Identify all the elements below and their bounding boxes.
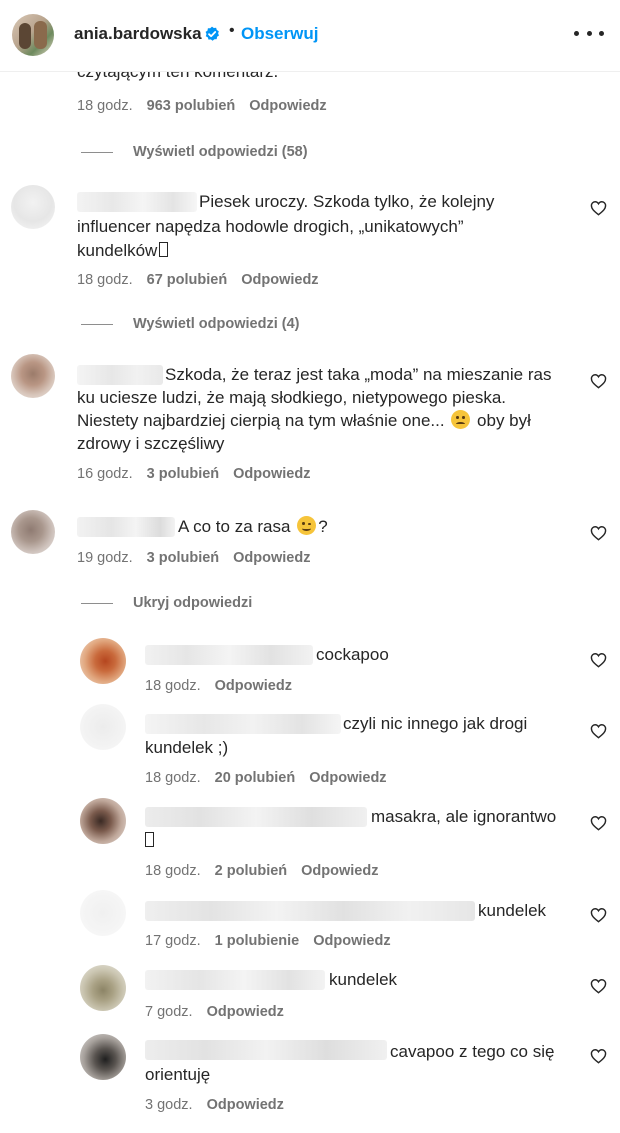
blurred-username	[145, 714, 341, 734]
blurred-username	[145, 807, 367, 827]
heart-outline-icon[interactable]	[590, 1048, 607, 1064]
reply-likes[interactable]: 1 polubienie	[215, 933, 300, 949]
view-replies-button[interactable]: Wyświetl odpowiedzi (4)	[133, 316, 300, 332]
heart-outline-icon[interactable]	[590, 815, 607, 831]
replier-avatar[interactable]	[80, 798, 126, 844]
comment-text-line: ku uciesze ludzi, że mają słodkiego, nie…	[77, 388, 507, 407]
heart-outline-icon[interactable]	[590, 200, 607, 216]
heart-outline-icon[interactable]	[590, 652, 607, 668]
heart-outline-icon[interactable]	[590, 907, 607, 923]
reply-meta: 18 godz. Odpowiedz	[145, 678, 292, 694]
reply-text-line: kundelek	[478, 901, 547, 920]
reply-button[interactable]: Odpowiedz	[249, 98, 326, 114]
comment-meta: 19 godz. 3 polubień Odpowiedz	[77, 550, 310, 566]
commenter-avatar[interactable]	[11, 510, 55, 554]
reply-time: 3 godz.	[145, 1097, 193, 1113]
comment-text-line: Niestety najbardziej cierpią na tym właś…	[77, 410, 531, 430]
reply-button[interactable]: Odpowiedz	[241, 272, 318, 288]
winking-face-emoji	[297, 516, 317, 535]
reply-button[interactable]: Odpowiedz	[309, 770, 386, 786]
reply-button[interactable]: Odpowiedz	[207, 1097, 284, 1113]
reply-text-line: cockapoo	[316, 645, 389, 664]
comment-time: 18 godz.	[77, 98, 133, 114]
reply-button[interactable]: Odpowiedz	[207, 1004, 284, 1020]
hide-replies-button[interactable]: Ukryj odpowiedzi	[133, 595, 252, 611]
more-horizontal-icon[interactable]	[574, 18, 604, 48]
comment-likes[interactable]: 963 polubień	[147, 98, 236, 114]
reply-time: 18 godz.	[145, 678, 201, 694]
reply-text-line	[145, 829, 154, 852]
reply-text-line: czyli nic innego jak drogi	[343, 714, 528, 733]
comment-text-line: A co to za rasa ?	[178, 516, 328, 536]
blurred-username	[77, 192, 197, 212]
comment-time: 18 godz.	[77, 272, 133, 288]
unknown-glyph-icon	[145, 832, 154, 847]
blurred-username	[77, 365, 163, 385]
reply-button[interactable]: Odpowiedz	[233, 550, 310, 566]
reply-button[interactable]: Odpowiedz	[233, 466, 310, 482]
verified-badge-icon	[205, 26, 219, 41]
reply-button[interactable]: Odpowiedz	[313, 933, 390, 949]
comment-time: 19 godz.	[77, 550, 133, 566]
comment-meta: 18 godz. 67 polubień Odpowiedz	[77, 272, 319, 288]
reply-time: 17 godz.	[145, 933, 201, 949]
replier-avatar[interactable]	[80, 638, 126, 684]
heart-outline-icon[interactable]	[590, 373, 607, 389]
post-header: ania.bardowska • Obserwuj	[0, 0, 620, 72]
follow-button[interactable]: Obserwuj	[241, 24, 318, 44]
username[interactable]: ania.bardowska	[74, 24, 202, 44]
unknown-glyph-icon	[159, 242, 169, 257]
commenter-avatar[interactable]	[11, 354, 55, 398]
reply-button[interactable]: Odpowiedz	[301, 863, 378, 879]
replier-avatar[interactable]	[80, 704, 126, 750]
reply-text-line: cavapoo z tego co się	[390, 1042, 555, 1061]
comment-text-line: Szkoda, że teraz jest taka „moda” na mie…	[165, 365, 552, 384]
blurred-username	[145, 1040, 387, 1060]
reply-text-line: orientuję	[145, 1065, 211, 1084]
comment-text-line: zdrowy i szczęśliwy	[77, 434, 225, 453]
reply-time: 18 godz.	[145, 770, 201, 786]
reply-meta: 7 godz. Odpowiedz	[145, 1004, 284, 1020]
reply-text-line: kundelek ;)	[145, 738, 229, 757]
reply-meta: 18 godz. 2 polubień Odpowiedz	[145, 863, 378, 879]
blurred-username	[77, 517, 175, 537]
comment-likes[interactable]: 67 polubień	[147, 272, 228, 288]
comment-likes[interactable]: 3 polubień	[147, 466, 220, 482]
divider-line	[81, 324, 113, 325]
comment-text-line: kundelków	[77, 239, 169, 262]
reply-meta: 17 godz. 1 polubienie Odpowiedz	[145, 933, 391, 949]
blurred-username	[145, 645, 313, 665]
sad-face-emoji	[451, 410, 471, 429]
replier-avatar[interactable]	[80, 890, 126, 936]
blurred-username	[145, 970, 325, 990]
replier-avatar[interactable]	[80, 965, 126, 1011]
view-replies-button[interactable]: Wyświetl odpowiedzi (58)	[133, 144, 308, 160]
reply-likes[interactable]: 20 polubień	[215, 770, 296, 786]
reply-text-line: kundelek	[329, 970, 398, 989]
reply-likes[interactable]: 2 polubień	[215, 863, 288, 879]
separator-dot: •	[229, 22, 235, 39]
profile-avatar[interactable]	[12, 14, 54, 56]
reply-text-line: masakra, ale ignorantwo	[371, 807, 557, 826]
comment-text-line: influencer napędza hodowle drogich, „uni…	[77, 217, 464, 236]
comment-likes[interactable]: 3 polubień	[147, 550, 220, 566]
comment-meta: 18 godz. 963 polubień Odpowiedz	[77, 98, 327, 114]
reply-meta: 18 godz. 20 polubień Odpowiedz	[145, 770, 387, 786]
blurred-username	[145, 901, 475, 921]
heart-outline-icon[interactable]	[590, 723, 607, 739]
divider-line	[81, 152, 113, 153]
reply-time: 7 godz.	[145, 1004, 193, 1020]
heart-outline-icon[interactable]	[590, 978, 607, 994]
comment-text-line: Piesek uroczy. Szkoda tylko, że kolejny	[199, 192, 495, 211]
commenter-avatar[interactable]	[11, 185, 55, 229]
reply-time: 18 godz.	[145, 863, 201, 879]
replier-avatar[interactable]	[80, 1034, 126, 1080]
reply-meta: 3 godz. Odpowiedz	[145, 1097, 284, 1113]
comment-meta: 16 godz. 3 polubień Odpowiedz	[77, 466, 310, 482]
heart-outline-icon[interactable]	[590, 525, 607, 541]
comment-time: 16 godz.	[77, 466, 133, 482]
divider-line	[81, 603, 113, 604]
reply-button[interactable]: Odpowiedz	[215, 678, 292, 694]
